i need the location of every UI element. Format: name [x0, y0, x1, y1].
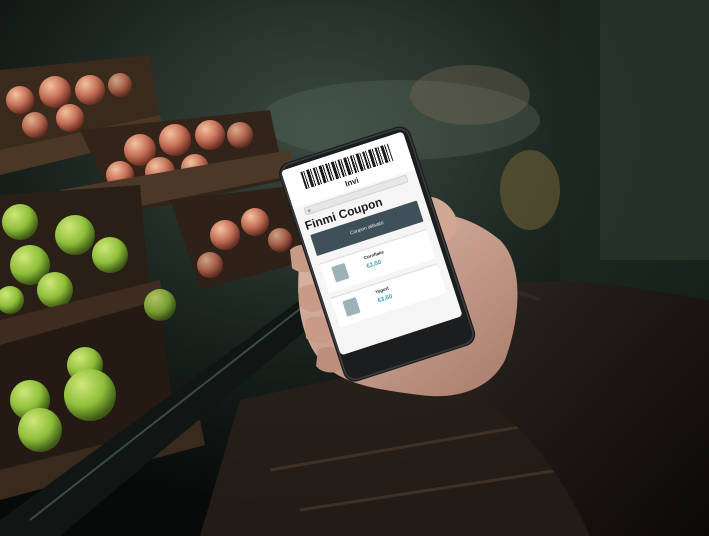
product-photo: Invi Finmi Coupon Coupon attivato Cornfl…	[0, 0, 709, 536]
product-thumbnail	[331, 262, 350, 283]
product-price: €3,60	[377, 293, 394, 305]
product-price: €2,50	[365, 259, 383, 271]
product-name: Yogurt	[374, 285, 390, 295]
search-icon	[307, 208, 312, 213]
product-name: Cornflake	[363, 249, 385, 261]
product-thumbnail	[342, 297, 361, 317]
